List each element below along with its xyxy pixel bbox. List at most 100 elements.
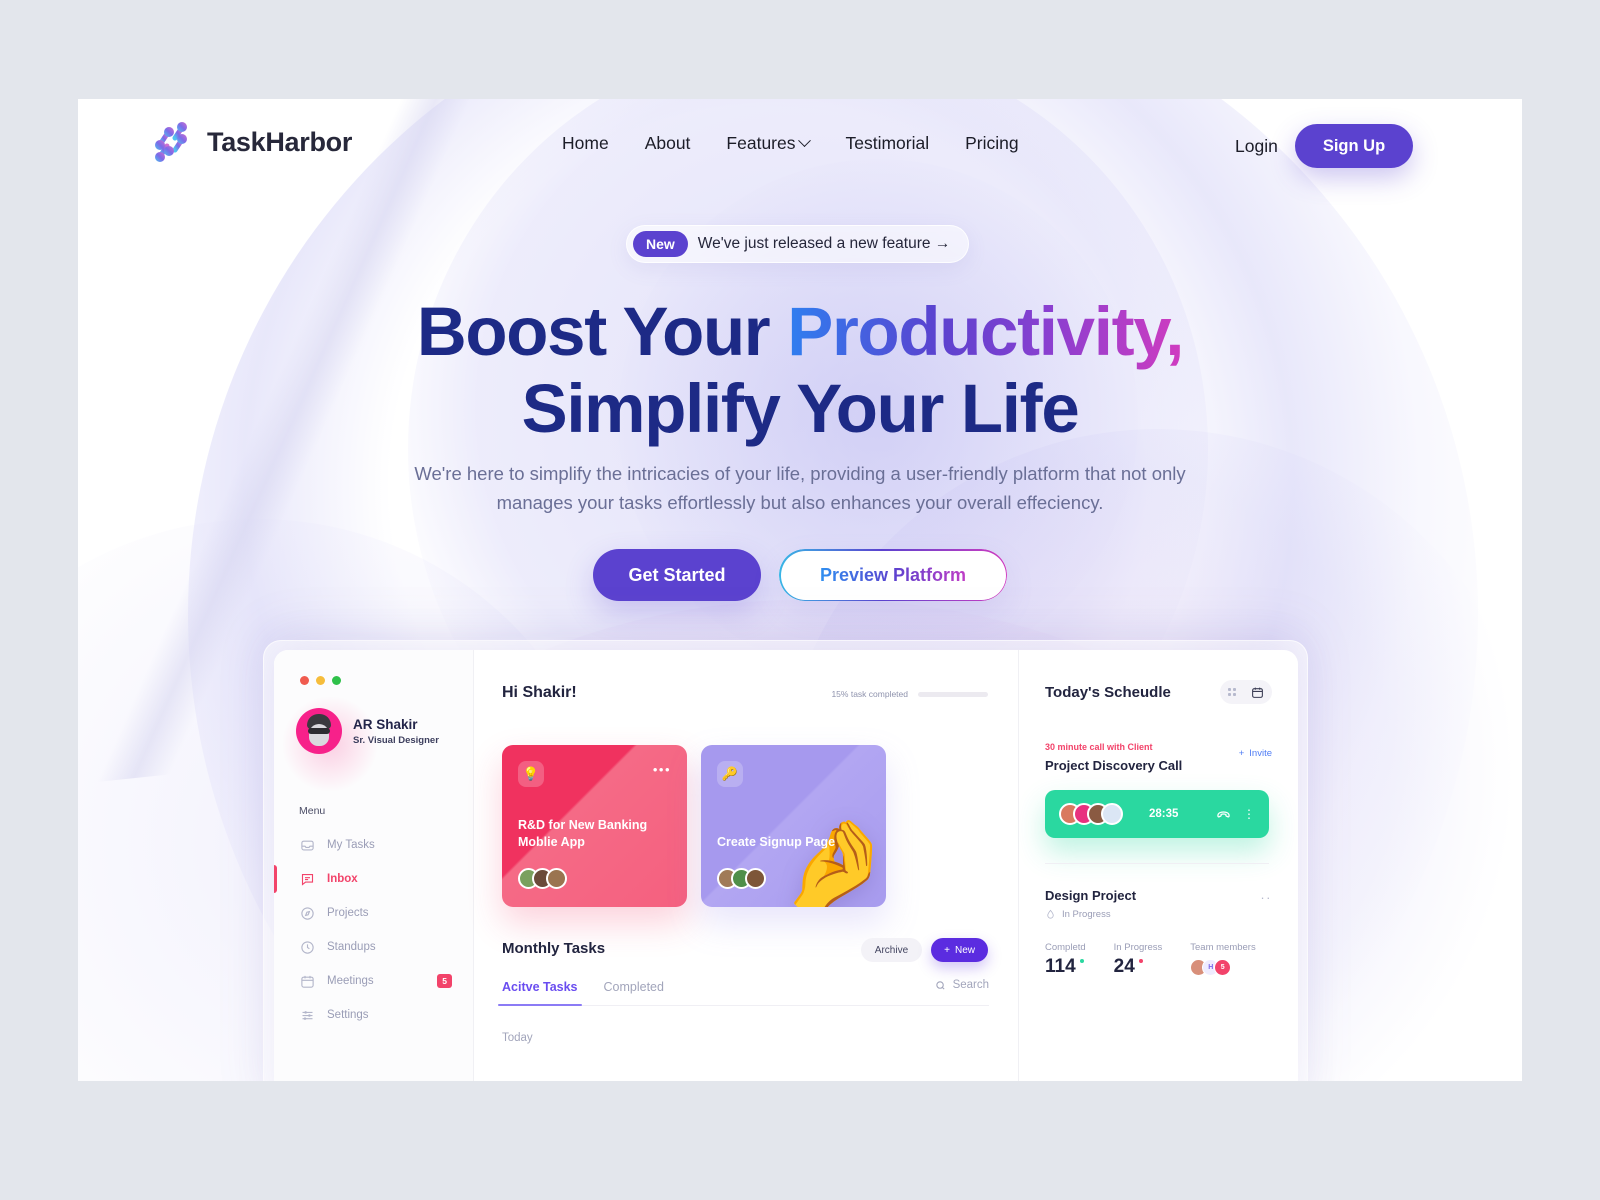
sidebar-item-projects[interactable]: Projects bbox=[274, 896, 474, 930]
nav-item-about[interactable]: About bbox=[645, 133, 691, 154]
task-tabs: Acitve Tasks Completed Search bbox=[498, 979, 989, 1006]
site-canvas: TaskHarbor Home About Features Testimori… bbox=[78, 99, 1522, 1081]
nav-item-testimorial[interactable]: Testimorial bbox=[845, 133, 929, 154]
stat-number: 24 bbox=[1113, 956, 1135, 977]
sidebar-item-inbox[interactable]: Inbox bbox=[274, 862, 474, 896]
nav-label: Pricing bbox=[965, 133, 1019, 153]
stat-label: Team members bbox=[1190, 942, 1256, 953]
stat-label: Completd bbox=[1045, 942, 1086, 953]
maximize-dot-icon[interactable] bbox=[332, 676, 341, 685]
sidebar-item-settings[interactable]: Settings bbox=[274, 998, 474, 1032]
nav-label: Testimorial bbox=[845, 133, 930, 153]
inbox-tray-icon bbox=[301, 840, 314, 850]
nav-label: Home bbox=[562, 133, 609, 153]
task-card-signup[interactable]: 🔑 🤌 Create Signup Page bbox=[701, 745, 886, 907]
nav-item-features[interactable]: Features bbox=[726, 133, 812, 154]
avatar-more bbox=[1101, 803, 1123, 825]
brand-name: TaskHarbor bbox=[207, 126, 353, 157]
plus-icon: + bbox=[1238, 748, 1245, 759]
design-project-menu-icon[interactable]: ·· bbox=[1260, 890, 1272, 905]
avatar bbox=[546, 868, 567, 889]
schedule-view-toggle[interactable] bbox=[1220, 680, 1272, 704]
dashboard-mockup: AR Shakir Sr. Visual Designer Menu My Ta… bbox=[274, 650, 1298, 1081]
announcement-badge: New bbox=[633, 231, 688, 257]
sidebar-profile[interactable]: AR Shakir Sr. Visual Designer bbox=[296, 708, 439, 754]
status-badge: In Progress bbox=[1062, 909, 1111, 920]
tab-active-tasks[interactable]: Acitve Tasks bbox=[498, 980, 582, 1006]
lightbulb-icon: 💡 bbox=[518, 761, 544, 787]
window-controls bbox=[300, 676, 341, 685]
new-task-button[interactable]: + New bbox=[931, 938, 988, 962]
stat-team-members: Team members H 5 bbox=[1190, 942, 1256, 978]
search-placeholder: Search bbox=[952, 979, 989, 991]
stat-label: In Progress bbox=[1113, 942, 1163, 953]
sidebar-item-my-tasks[interactable]: My Tasks bbox=[274, 828, 474, 862]
stat-value: 114 bbox=[1045, 956, 1084, 978]
profile-name: AR Shakir bbox=[353, 716, 418, 732]
key-icon: 🔑 bbox=[717, 761, 743, 787]
task-card-list: 💡 ••• R&D for New Banking Moblie App 🔑 🤌… bbox=[502, 745, 886, 907]
divider bbox=[1045, 863, 1269, 864]
sidebar-item-label: My Tasks bbox=[327, 839, 375, 851]
dashboard-right-rail: Today's Scheudle 30 minute call with Cli… bbox=[1019, 650, 1298, 1081]
call-controls: ⋮ bbox=[1216, 807, 1255, 822]
nav-item-pricing[interactable]: Pricing bbox=[965, 133, 1019, 154]
sidebar-item-label: Projects bbox=[327, 907, 369, 919]
announcement-banner[interactable]: New We've just released a new feature → bbox=[626, 225, 970, 263]
minimize-dot-icon[interactable] bbox=[316, 676, 325, 685]
active-call-bar: 28:35 ⋮ bbox=[1045, 790, 1269, 838]
progress-label: 15% task completed bbox=[831, 689, 908, 699]
sidebar-item-meetings[interactable]: Meetings 5 bbox=[274, 964, 474, 998]
search-icon bbox=[935, 980, 945, 990]
droplet-icon bbox=[1047, 909, 1054, 919]
phone-hangup-icon[interactable] bbox=[1216, 807, 1231, 822]
headline-line-1: Boost Your Productivity, bbox=[78, 293, 1522, 370]
tab-completed[interactable]: Completed bbox=[604, 980, 664, 994]
stat-number: 114 bbox=[1045, 956, 1076, 977]
preview-platform-button[interactable]: Preview Platform bbox=[779, 549, 1007, 601]
clock-icon bbox=[301, 940, 314, 954]
sidebar-item-standups[interactable]: Standups bbox=[274, 930, 474, 964]
task-card-title: R&D for New Banking Moblie App bbox=[518, 818, 648, 849]
dashboard-main: Hi Shakir! 15% task completed 💡 ••• R&D … bbox=[474, 650, 1019, 1081]
calendar-icon[interactable] bbox=[1251, 686, 1264, 699]
plus-icon: + bbox=[944, 944, 950, 956]
calendar-icon bbox=[301, 975, 314, 988]
nav-label: Features bbox=[726, 133, 796, 153]
message-icon bbox=[301, 873, 314, 886]
task-card-avatars bbox=[518, 868, 567, 889]
kebab-menu-icon[interactable]: ⋮ bbox=[1243, 808, 1255, 820]
sliders-icon bbox=[302, 1010, 313, 1020]
archive-button[interactable]: Archive bbox=[860, 938, 923, 962]
page-root: TaskHarbor Home About Features Testimori… bbox=[0, 0, 1600, 1200]
meeting-subtitle: 30 minute call with Client bbox=[1045, 742, 1153, 752]
stat-value: 24 bbox=[1113, 956, 1143, 978]
task-progress: 15% task completed bbox=[831, 689, 988, 699]
call-participants bbox=[1059, 803, 1123, 825]
meeting-title: Project Discovery Call bbox=[1045, 758, 1183, 773]
sidebar-menu: My Tasks Inbox Projects Standups Meeting… bbox=[274, 828, 474, 1032]
headline-gradient-word: Productivity, bbox=[787, 293, 1184, 370]
sidebar-item-label: Meetings bbox=[327, 975, 374, 987]
signup-button[interactable]: Sign Up bbox=[1295, 124, 1413, 168]
dashboard-sidebar: AR Shakir Sr. Visual Designer Menu My Ta… bbox=[274, 650, 474, 1081]
invite-button[interactable]: + Invite bbox=[1239, 748, 1272, 759]
preview-platform-label: Preview Platform bbox=[819, 564, 967, 585]
brand-logo[interactable]: TaskHarbor bbox=[154, 121, 352, 163]
task-card-rnd[interactable]: 💡 ••• R&D for New Banking Moblie App bbox=[502, 745, 687, 907]
headline-line-2: Simplify Your Life bbox=[521, 370, 1080, 447]
card-menu-icon[interactable]: ••• bbox=[653, 763, 671, 776]
nav-item-home[interactable]: Home bbox=[562, 133, 609, 154]
design-project-status: In Progress bbox=[1045, 909, 1111, 920]
get-started-button[interactable]: Get Started bbox=[593, 549, 761, 601]
site-header: TaskHarbor Home About Features Testimori… bbox=[78, 99, 1522, 195]
progress-bar bbox=[918, 691, 988, 697]
login-link[interactable]: Login bbox=[1235, 136, 1278, 157]
team-avatar-group: H 5 bbox=[1190, 959, 1255, 976]
search-input[interactable]: Search bbox=[935, 979, 989, 991]
sidebar-item-label: Standups bbox=[327, 941, 376, 953]
grid-icon[interactable] bbox=[1227, 687, 1237, 697]
sidebar-item-label: Settings bbox=[327, 1009, 369, 1021]
close-dot-icon[interactable] bbox=[300, 676, 309, 685]
call-timer: 28:35 bbox=[1149, 808, 1179, 820]
